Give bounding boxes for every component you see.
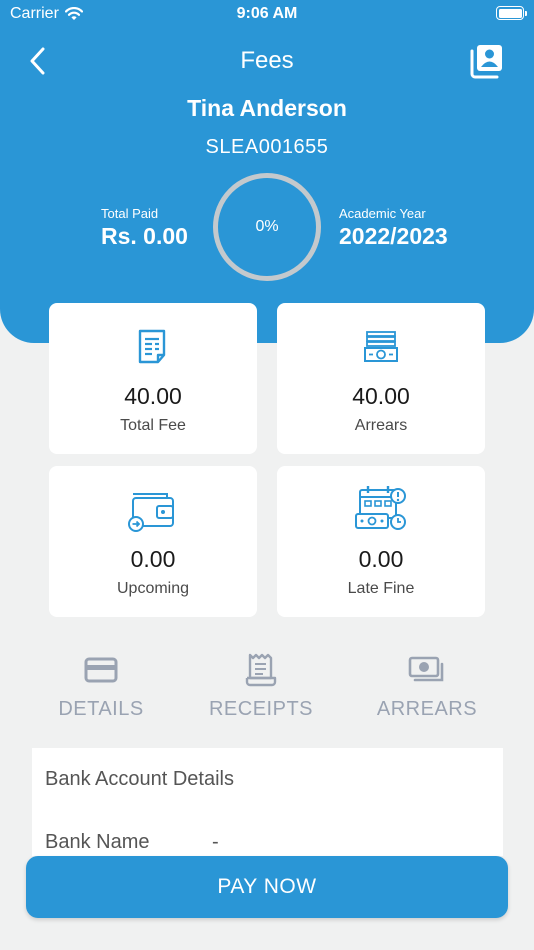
academic-year-value: 2022/2023 bbox=[339, 223, 448, 249]
wallet-icon bbox=[128, 493, 174, 532]
student-id: SLEA001655 bbox=[205, 136, 329, 158]
total-paid-value: Rs. 0.00 bbox=[101, 223, 188, 249]
late-fine-card: 0.00 Late Fine bbox=[277, 466, 485, 617]
arrears-label: Arrears bbox=[354, 417, 408, 434]
battery-icon bbox=[496, 6, 527, 20]
progress-percent: 0% bbox=[255, 218, 279, 235]
money-icon bbox=[408, 656, 444, 682]
invoice-icon bbox=[138, 329, 166, 364]
arrears-card: 40.00 Arrears bbox=[277, 303, 485, 454]
tab-details-label: DETAILS bbox=[58, 698, 144, 720]
bank-details-title: Bank Account Details bbox=[45, 768, 234, 790]
contact-book-icon bbox=[470, 45, 502, 79]
upcoming-card: 0.00 Upcoming bbox=[49, 466, 257, 617]
tab-receipts[interactable]: RECEIPTS bbox=[186, 652, 336, 721]
tab-details[interactable]: DETAILS bbox=[26, 652, 176, 721]
status-bar: Carrier 9:06 AM bbox=[0, 0, 534, 28]
bank-name-value: - bbox=[212, 831, 219, 853]
upcoming-value: 0.00 bbox=[130, 546, 176, 572]
late-fine-value: 0.00 bbox=[358, 546, 404, 572]
student-name: Tina Anderson bbox=[187, 95, 347, 121]
tab-arrears-label: ARREARS bbox=[376, 698, 478, 720]
calendar-money-icon bbox=[355, 486, 406, 530]
total-fee-label: Total Fee bbox=[120, 417, 186, 434]
bank-details-panel: Bank Account Details Bank Name - bbox=[32, 748, 503, 856]
payment-progress-ring: 0% bbox=[213, 173, 321, 281]
upcoming-label: Upcoming bbox=[116, 580, 190, 597]
credit-card-icon bbox=[84, 657, 118, 683]
late-fine-label: Late Fine bbox=[347, 580, 415, 597]
header-banner: Carrier 9:06 AM Fees Tina Anderson SLEA0… bbox=[0, 0, 534, 343]
academic-year: Academic Year 2022/2023 bbox=[339, 206, 448, 250]
total-fee-card: 40.00 Total Fee bbox=[49, 303, 257, 454]
profile-button[interactable] bbox=[470, 43, 504, 79]
tab-arrears[interactable]: ARREARS bbox=[352, 652, 502, 721]
bank-name-label: Bank Name bbox=[45, 831, 150, 853]
arrears-value: 40.00 bbox=[352, 383, 410, 409]
receipt-icon bbox=[245, 653, 277, 687]
page-title: Fees bbox=[240, 47, 294, 74]
pay-now-button[interactable]: PAY NOW bbox=[26, 856, 508, 918]
total-paid-label: Total Paid bbox=[101, 206, 159, 221]
total-fee-value: 40.00 bbox=[124, 383, 182, 409]
cash-stack-icon bbox=[364, 331, 398, 362]
academic-year-label: Academic Year bbox=[339, 206, 426, 221]
status-time: 9:06 AM bbox=[236, 5, 298, 22]
tab-receipts-label: RECEIPTS bbox=[208, 698, 314, 720]
total-paid: Total Paid Rs. 0.00 bbox=[101, 206, 188, 250]
